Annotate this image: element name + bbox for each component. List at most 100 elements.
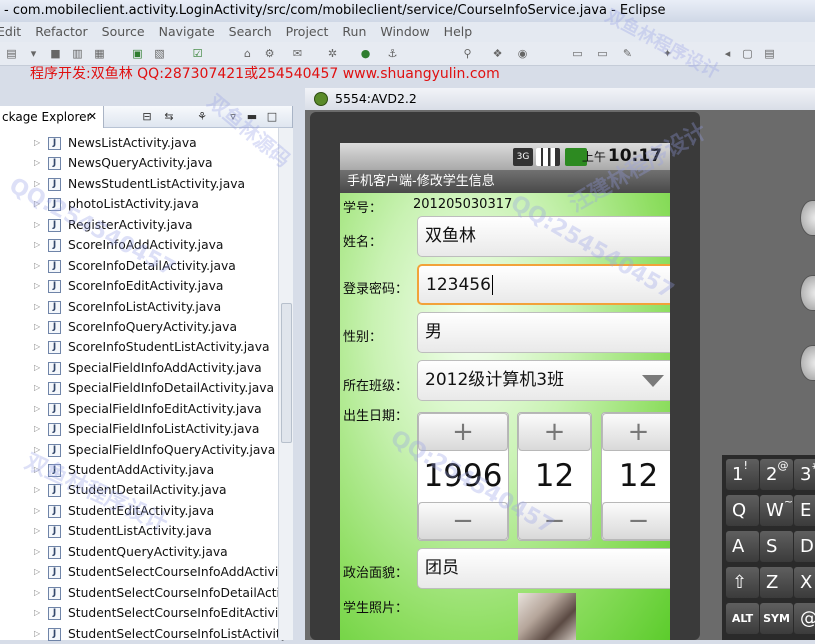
month-decrement-button[interactable]: −	[518, 502, 591, 540]
expand-arrow-icon[interactable]: ▷	[34, 256, 40, 276]
layout-icon[interactable]: ▤	[762, 46, 777, 61]
year-decrement-button[interactable]: −	[418, 502, 508, 540]
birth-day-value[interactable]: 12	[602, 451, 670, 502]
view-menu-icon[interactable]: ▿	[226, 110, 240, 124]
keyboard-key[interactable]: @	[794, 603, 815, 634]
tree-item[interactable]: ▷ J StudentSelectCourseInfoDetailActiv	[0, 583, 287, 603]
keyboard-key[interactable]: ALT	[726, 603, 759, 634]
tree-item[interactable]: ▷ J StudentEditActivity.java	[0, 501, 278, 521]
expand-arrow-icon[interactable]: ▷	[34, 521, 40, 541]
expand-arrow-icon[interactable]: ▷	[34, 317, 40, 337]
keyboard-key[interactable]: 2@	[760, 459, 793, 490]
tree-item[interactable]: ▷ J NewsStudentListActivity.java	[0, 174, 278, 194]
print-icon[interactable]: ▦	[92, 46, 107, 61]
tree-item[interactable]: ▷ JphotoListActivity.java	[0, 194, 278, 214]
open-folder-icon[interactable]: ▭	[570, 46, 585, 61]
tree-item[interactable]: ▷ J ScoreInfoStudentListActivity.java	[0, 337, 278, 357]
run-debug-icon[interactable]: ✲	[325, 46, 340, 61]
expand-arrow-icon[interactable]: ▷	[34, 460, 40, 480]
day-decrement-button[interactable]: −	[602, 502, 670, 540]
menu-window[interactable]: Window	[380, 22, 429, 42]
tree-item[interactable]: ▷ J NewsListActivity.java	[0, 133, 278, 153]
expand-arrow-icon[interactable]: ▷	[34, 194, 40, 214]
folder-icon[interactable]: ▭	[595, 46, 610, 61]
package-explorer-tab[interactable]: ckage Explorer ✕	[0, 106, 104, 128]
keyboard-key[interactable]: W~	[760, 495, 793, 526]
tree-scrollbar[interactable]	[278, 128, 293, 640]
expand-arrow-icon[interactable]: ▷	[34, 480, 40, 500]
keyboard-key[interactable]: S	[760, 531, 793, 562]
keyboard-key[interactable]: 1!	[726, 459, 759, 490]
open-resource-icon[interactable]: ⚙	[262, 46, 277, 61]
new-icon[interactable]: ▤	[4, 46, 19, 61]
expand-arrow-icon[interactable]: ▷	[34, 337, 40, 357]
tree-item[interactable]: ▷ J NewsQueryActivity.java	[0, 153, 278, 173]
pen-icon[interactable]: ✎	[620, 46, 635, 61]
expand-arrow-icon[interactable]: ▷	[34, 215, 40, 235]
tree-item[interactable]: ▷ J StudentDetailActivity.java	[0, 480, 278, 500]
month-increment-button[interactable]: +	[518, 413, 591, 451]
expand-arrow-icon[interactable]: ▷	[34, 583, 40, 603]
expand-arrow-icon[interactable]: ▷	[34, 542, 40, 562]
expand-arrow-icon[interactable]: ▷	[34, 235, 40, 255]
tree-item[interactable]: ▷ J ScoreInfoAddActivity.java	[0, 235, 278, 255]
menu-project[interactable]: Project	[286, 22, 329, 42]
expand-arrow-icon[interactable]: ▷	[34, 358, 40, 378]
menu-refactor[interactable]: Refactor	[35, 22, 87, 42]
tree-item[interactable]: ▷ J SpecialFieldInfoAddActivity.java	[0, 358, 278, 378]
keyboard-key[interactable]: Z	[760, 567, 793, 598]
password-field[interactable]: 123456	[417, 264, 670, 305]
new-class-icon[interactable]: ❖	[490, 46, 505, 61]
run-icon[interactable]: ●	[358, 46, 373, 61]
scrollbar-thumb[interactable]	[281, 303, 292, 443]
expand-arrow-icon[interactable]: ▷	[34, 153, 40, 173]
close-icon[interactable]: ✕	[88, 106, 97, 128]
tree-item[interactable]: ▷ J StudentQueryActivity.java	[0, 542, 278, 562]
keyboard-key[interactable]: SYM	[760, 603, 793, 634]
debug-icon[interactable]: ▣	[130, 46, 145, 61]
tree-item[interactable]: ▷ J SpecialFieldInfoEditActivity.java	[0, 399, 278, 419]
menu-navigate[interactable]: Navigate	[159, 22, 215, 42]
expand-arrow-icon[interactable]: ▷	[34, 603, 40, 623]
keyboard-key[interactable]: D	[794, 531, 815, 562]
tree-item[interactable]: ▷ J SpecialFieldInfoListActivity.java	[0, 419, 278, 439]
tree-item[interactable]: ▷ J SpecialFieldInfoQueryActivity.java	[0, 440, 278, 460]
student-photo[interactable]	[518, 593, 576, 640]
nav-back-icon[interactable]: ◂	[720, 46, 735, 61]
open-type-icon[interactable]: ⌂	[240, 46, 255, 61]
gender-field[interactable]: 男	[417, 312, 670, 353]
menu-help[interactable]: Help	[444, 22, 473, 42]
new-dropdown-icon[interactable]: ▾	[26, 46, 41, 61]
keyboard-key[interactable]: ⇧	[726, 567, 759, 598]
expand-arrow-icon[interactable]: ▷	[34, 419, 40, 439]
birth-month-value[interactable]: 12	[518, 451, 591, 502]
tree-item[interactable]: ▷ J StudentAddActivity.java	[0, 460, 278, 480]
expand-arrow-icon[interactable]: ▷	[34, 501, 40, 521]
menu-search[interactable]: Search	[229, 22, 272, 42]
keyboard-key[interactable]: 3#	[794, 459, 815, 490]
collapse-all-icon[interactable]: ⊟	[140, 110, 154, 124]
tree-item[interactable]: ▷ J ScoreInfoQueryActivity.java	[0, 317, 278, 337]
expand-arrow-icon[interactable]: ▷	[34, 133, 40, 153]
expand-arrow-icon[interactable]: ▷	[34, 378, 40, 398]
link-editor-icon[interactable]: ⇆	[162, 110, 176, 124]
pin-icon[interactable]: ✦	[660, 46, 675, 61]
expand-arrow-icon[interactable]: ▷	[34, 399, 40, 419]
expand-arrow-icon[interactable]: ▷	[34, 276, 40, 296]
expand-arrow-icon[interactable]: ▷	[34, 440, 40, 460]
keyboard-key[interactable]: A	[726, 531, 759, 562]
expand-arrow-icon[interactable]: ▷	[34, 174, 40, 194]
expand-arrow-icon[interactable]: ▷	[34, 562, 40, 582]
save-all-icon[interactable]: ▥	[70, 46, 85, 61]
filter-icon[interactable]: ⚘	[195, 110, 209, 124]
save-icon[interactable]: ■	[48, 46, 63, 61]
window-icon[interactable]: ▢	[740, 46, 755, 61]
keyboard-key[interactable]: X	[794, 567, 815, 598]
build-icon[interactable]: ▧	[152, 46, 167, 61]
class-select[interactable]: 2012级计算机3班	[417, 360, 670, 401]
birth-year-value[interactable]: 1996	[418, 451, 508, 502]
new-interface-icon[interactable]: ◉	[515, 46, 530, 61]
tree-item[interactable]: ▷ J ScoreInfoListActivity.java	[0, 297, 278, 317]
menu-edit[interactable]: Edit	[0, 22, 21, 42]
minimize-icon[interactable]: ▬	[245, 110, 259, 124]
